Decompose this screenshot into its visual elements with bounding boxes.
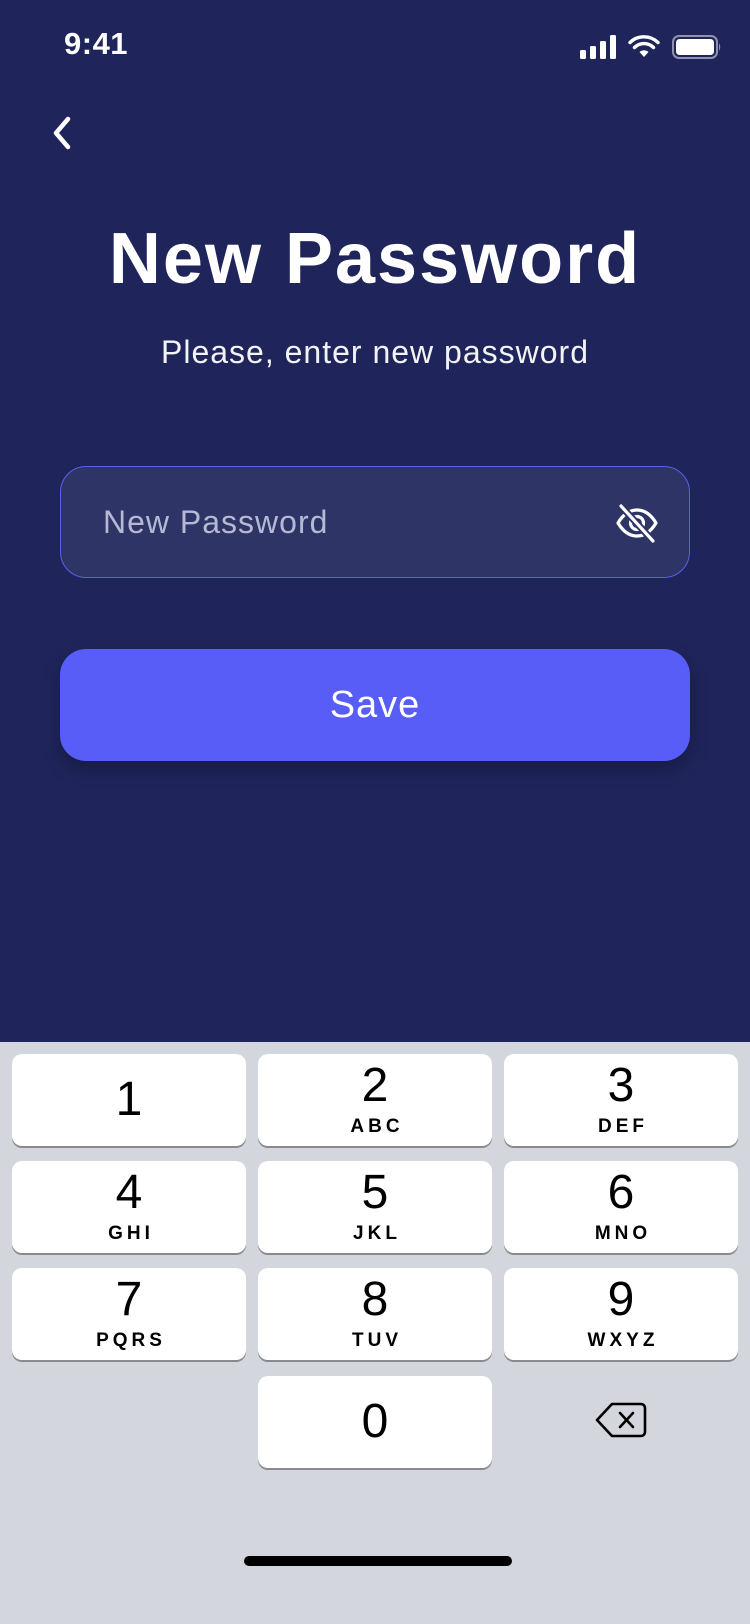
key-letters: PQRS (96, 1330, 166, 1351)
key-digit: 3 (607, 1059, 635, 1112)
chevron-left-icon (50, 115, 74, 156)
wifi-icon (628, 35, 660, 59)
status-bar: 9:41 (0, 0, 750, 96)
numeric-keypad: 1 2 ABC 3 DEF 4 GHI 5 JKL 6 MNO 7 PQRS 8… (0, 1042, 750, 1624)
password-field[interactable] (60, 466, 690, 578)
key-digit: 4 (115, 1166, 143, 1219)
key-digit: 9 (607, 1273, 635, 1326)
password-visibility-toggle[interactable] (615, 501, 659, 545)
key-digit: 2 (361, 1059, 389, 1112)
key-6[interactable]: 6 MNO (504, 1161, 738, 1253)
eye-off-icon (615, 503, 659, 549)
key-3[interactable]: 3 DEF (504, 1054, 738, 1146)
new-password-input[interactable] (103, 467, 623, 577)
key-letters: TUV (352, 1330, 402, 1351)
cellular-signal-icon (580, 35, 616, 59)
status-time: 9:41 (64, 26, 129, 61)
home-indicator[interactable] (244, 1556, 512, 1566)
key-digit: 8 (361, 1273, 389, 1326)
key-5[interactable]: 5 JKL (258, 1161, 492, 1253)
key-8[interactable]: 8 TUV (258, 1268, 492, 1360)
key-4[interactable]: 4 GHI (12, 1161, 246, 1253)
page-title: New Password (108, 219, 642, 299)
key-0[interactable]: 0 (258, 1376, 492, 1468)
key-letters: GHI (108, 1223, 154, 1244)
key-letters: WXYZ (587, 1330, 659, 1351)
delete-key[interactable] (504, 1376, 738, 1468)
back-button[interactable] (40, 110, 84, 160)
key-1[interactable]: 1 (12, 1054, 246, 1146)
new-password-screen: 9:41 New Password Please, enter new pass… (0, 0, 750, 1624)
key-digit: 5 (361, 1166, 389, 1219)
page-subtitle: Please, enter new password (161, 334, 589, 370)
backspace-icon (595, 1401, 647, 1444)
key-letters: JKL (353, 1223, 401, 1244)
status-icons (580, 32, 722, 62)
key-letters: MNO (594, 1223, 652, 1244)
battery-icon (672, 35, 722, 59)
key-letters: ABC (350, 1116, 404, 1137)
key-7[interactable]: 7 PQRS (12, 1268, 246, 1360)
key-digit: 1 (115, 1073, 143, 1126)
key-9[interactable]: 9 WXYZ (504, 1268, 738, 1360)
key-2[interactable]: 2 ABC (258, 1054, 492, 1146)
key-digit: 0 (361, 1395, 389, 1448)
save-button[interactable]: Save (60, 649, 690, 761)
key-digit: 6 (607, 1166, 635, 1219)
key-letters: DEF (598, 1116, 648, 1137)
key-digit: 7 (115, 1273, 143, 1326)
